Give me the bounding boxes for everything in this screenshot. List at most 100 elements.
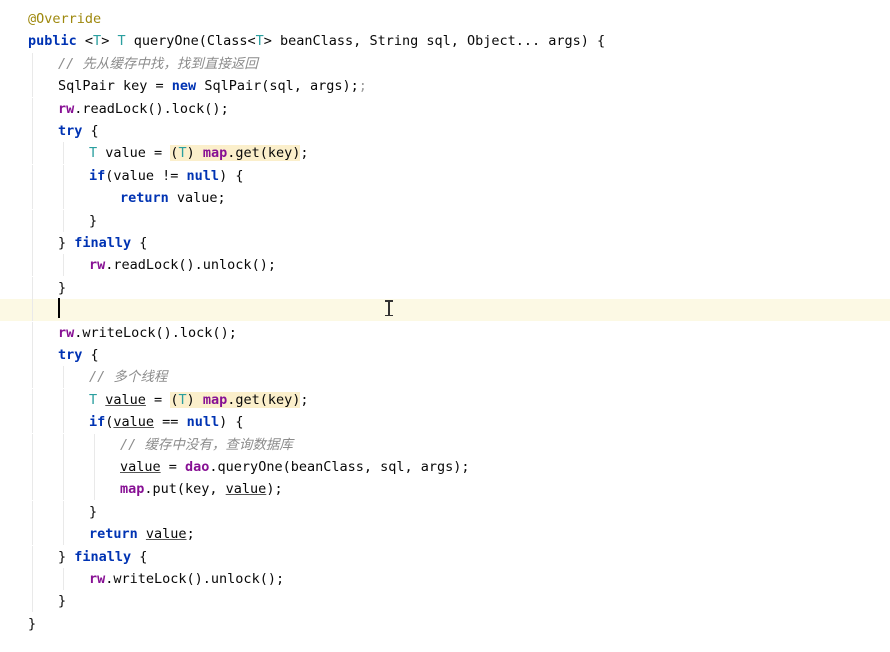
code-token: T xyxy=(89,391,98,408)
code-token: ; xyxy=(300,391,309,408)
indent-guide xyxy=(63,388,64,411)
code-line[interactable]: // 缓存中没有，查询数据库 xyxy=(0,433,890,456)
code-line[interactable]: @Override xyxy=(0,8,890,30)
code-token: { xyxy=(82,123,99,139)
code-text: // 缓存中没有，查询数据库 xyxy=(120,434,293,456)
code-line[interactable]: try { xyxy=(0,344,890,366)
code-line[interactable]: rw.writeLock().unlock(); xyxy=(0,568,890,590)
code-token: if xyxy=(89,414,106,431)
code-line[interactable]: if(value != null) { xyxy=(0,164,890,187)
indent-guide xyxy=(63,478,64,501)
code-token: } xyxy=(58,548,75,565)
code-token: T xyxy=(93,33,102,50)
code-line[interactable]: } xyxy=(0,590,890,613)
code-text: try { xyxy=(58,344,99,366)
indent-guide xyxy=(32,120,33,142)
code-token: value xyxy=(105,391,146,408)
code-token: // 先从缓存中找，找到直接返回 xyxy=(58,55,258,72)
indent-guide xyxy=(32,433,33,456)
code-line[interactable]: map.put(key, value); xyxy=(0,478,890,501)
code-line[interactable]: } xyxy=(0,276,890,299)
indent-guide xyxy=(32,164,33,187)
code-token: value xyxy=(113,414,155,431)
code-token: .get(key) xyxy=(227,145,301,162)
code-token: value = xyxy=(97,145,171,162)
code-line[interactable]: // 多个线程 xyxy=(0,366,890,389)
code-token: { xyxy=(82,347,99,363)
indent-guide xyxy=(32,411,33,434)
code-token: = xyxy=(160,459,186,475)
indent-guide xyxy=(32,545,33,568)
code-text: rw.writeLock().unlock(); xyxy=(89,568,284,590)
indent-guide xyxy=(32,500,33,523)
indent-guide xyxy=(32,254,33,277)
code-line[interactable]: value = dao.queryOne(beanClass, sql, arg… xyxy=(0,456,890,478)
indent-guide xyxy=(63,568,64,590)
code-line[interactable]: } xyxy=(0,209,890,232)
code-text: } xyxy=(58,590,66,612)
code-token: try xyxy=(58,123,83,139)
indent-guide xyxy=(32,344,33,366)
code-text: rw.readLock().unlock(); xyxy=(89,254,276,276)
code-text: // 先从缓存中找，找到直接返回 xyxy=(58,53,258,75)
code-text: try { xyxy=(58,120,99,142)
code-line[interactable]: SqlPair key = new SqlPair(sql, args);; xyxy=(0,75,890,98)
code-line[interactable]: return value; xyxy=(0,523,890,546)
code-text: T value = (T) map.get(key); xyxy=(89,142,309,164)
code-line[interactable]: if(value == null) { xyxy=(0,411,890,434)
code-line[interactable]: rw.writeLock().lock(); xyxy=(0,321,890,344)
indent-guide xyxy=(63,433,64,456)
code-token: value; xyxy=(168,190,226,207)
code-token: .get(key) xyxy=(227,391,301,408)
code-token: .writeLock().unlock(); xyxy=(105,571,285,587)
code-token: dao xyxy=(185,459,210,475)
code-line[interactable]: } finally { xyxy=(0,545,890,568)
code-text: } xyxy=(28,613,36,635)
ibeam-cursor-icon xyxy=(384,300,394,316)
code-text: map.put(key, value); xyxy=(120,478,283,500)
code-line[interactable]: return value; xyxy=(0,187,890,210)
indent-guide xyxy=(63,366,64,389)
indent-guide xyxy=(32,321,33,344)
code-token: T xyxy=(178,145,187,162)
code-token: SqlPair(sql, args); xyxy=(196,78,359,95)
code-token: .writeLock().lock(); xyxy=(74,324,237,341)
indent-guide xyxy=(32,276,33,299)
code-token: .put(key, xyxy=(144,481,226,498)
code-token: return xyxy=(120,190,169,207)
code-text: value = dao.queryOne(beanClass, sql, arg… xyxy=(120,456,470,478)
code-line[interactable]: } xyxy=(0,613,890,635)
code-line[interactable]: T value = (T) map.get(key); xyxy=(0,142,890,165)
code-token: rw xyxy=(89,257,106,274)
code-token: ; xyxy=(300,145,309,162)
code-token: { xyxy=(131,548,148,565)
indent-guide xyxy=(63,254,64,277)
indent-guide xyxy=(32,142,33,165)
code-line[interactable]: // 先从缓存中找，找到直接返回 xyxy=(0,52,890,75)
code-line[interactable]: rw.readLock().lock(); xyxy=(0,97,890,120)
code-line[interactable]: rw.readLock().unlock(); xyxy=(0,254,890,277)
indent-guide xyxy=(32,568,33,590)
code-line[interactable]: T value = (T) map.get(key); xyxy=(0,388,890,411)
indent-guide xyxy=(63,187,64,210)
code-text: public <T> T queryOne(Class<T> beanClass… xyxy=(28,30,605,52)
code-line[interactable]: try { xyxy=(0,120,890,142)
indent-guide xyxy=(94,433,95,456)
code-token: new xyxy=(171,78,197,95)
code-token: .readLock().unlock(); xyxy=(105,257,276,274)
indent-guide xyxy=(32,366,33,389)
indent-guide xyxy=(32,388,33,411)
code-token: } xyxy=(58,593,67,610)
code-token: T xyxy=(89,145,98,162)
code-token: map xyxy=(120,481,145,498)
code-token: ) xyxy=(186,145,203,162)
code-text: } xyxy=(89,210,97,232)
code-line[interactable] xyxy=(0,299,890,322)
code-token: } xyxy=(58,279,67,296)
code-editor[interactable]: @Override public <T> T queryOne(Class<T> … xyxy=(0,0,890,652)
code-line[interactable]: } finally { xyxy=(0,232,890,254)
code-line[interactable]: public <T> T queryOne(Class<T> beanClass… xyxy=(0,30,890,52)
code-token: // 缓存中没有，查询数据库 xyxy=(120,436,293,453)
code-line[interactable]: } xyxy=(0,500,890,523)
